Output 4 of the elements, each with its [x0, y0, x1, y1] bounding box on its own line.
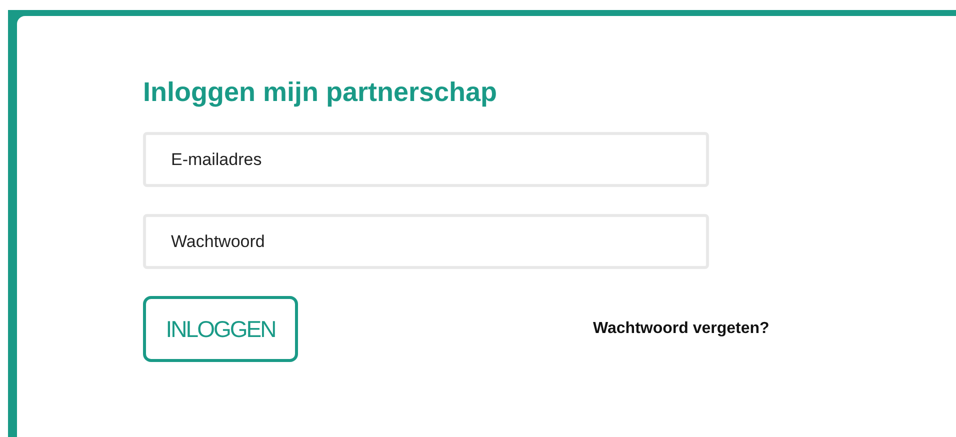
input-field[interactable]: Wachtwoord — [143, 214, 709, 269]
forgot-password-link[interactable]: Wachtwoord vergeten? — [593, 317, 770, 341]
input-field[interactable]: E-mailadres — [143, 132, 709, 187]
page-title: Inloggen mijn partnerschap — [143, 76, 498, 109]
